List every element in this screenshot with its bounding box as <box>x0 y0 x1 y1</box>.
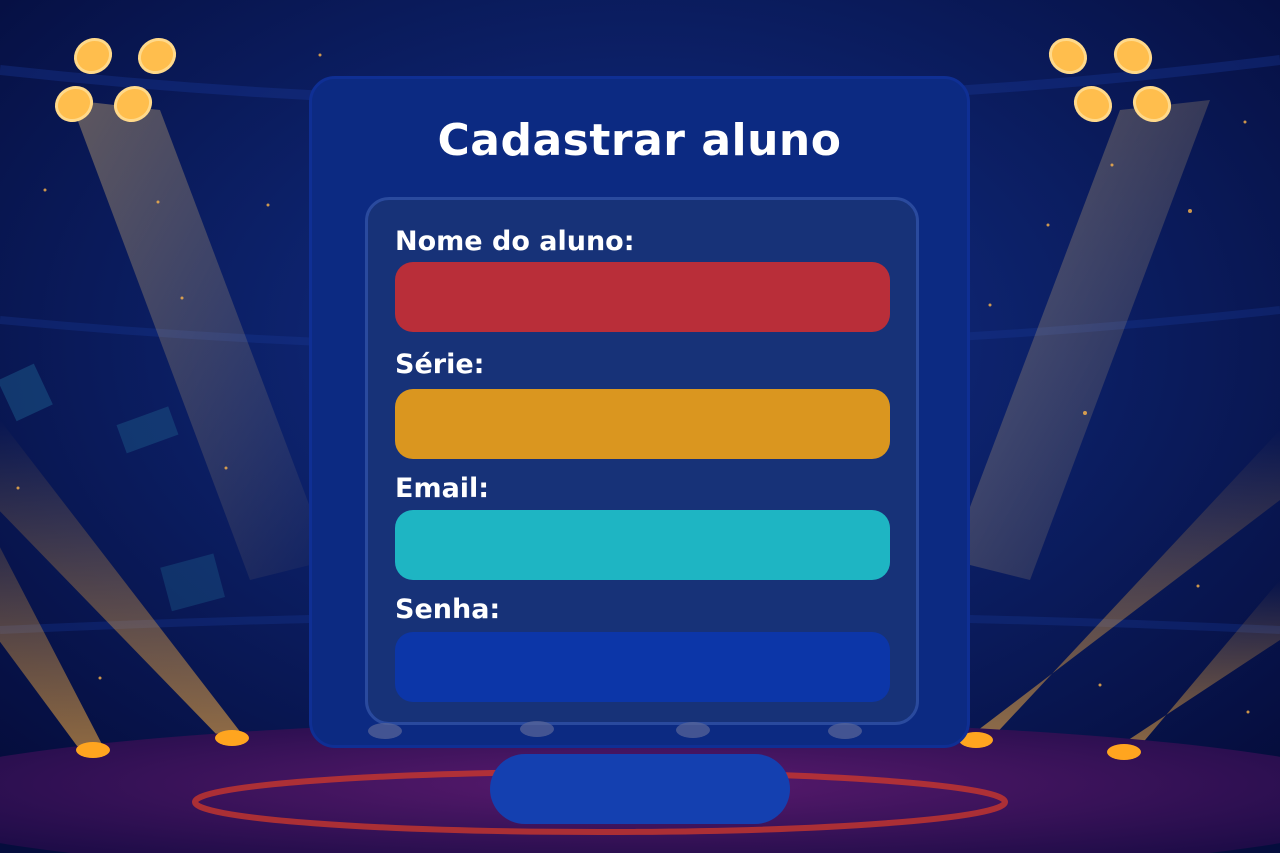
card-foot <box>520 721 554 737</box>
password-input[interactable] <box>395 632 890 702</box>
form-panel: Nome do aluno: Série: Email: Senha: <box>365 197 919 725</box>
email-label: Email: <box>395 473 490 504</box>
submit-button[interactable] <box>490 754 790 824</box>
grade-label: Série: <box>395 349 485 380</box>
card-foot <box>828 723 862 739</box>
card-foot <box>676 722 710 738</box>
student-name-input[interactable] <box>395 262 890 332</box>
grade-input[interactable] <box>395 389 890 459</box>
card-foot <box>368 723 402 739</box>
email-input[interactable] <box>395 510 890 580</box>
password-label: Senha: <box>395 594 501 625</box>
page-title: Cadastrar aluno <box>437 115 842 166</box>
student-name-label: Nome do aluno: <box>395 226 635 257</box>
register-card: Cadastrar aluno Nome do aluno: Série: Em… <box>309 76 970 748</box>
